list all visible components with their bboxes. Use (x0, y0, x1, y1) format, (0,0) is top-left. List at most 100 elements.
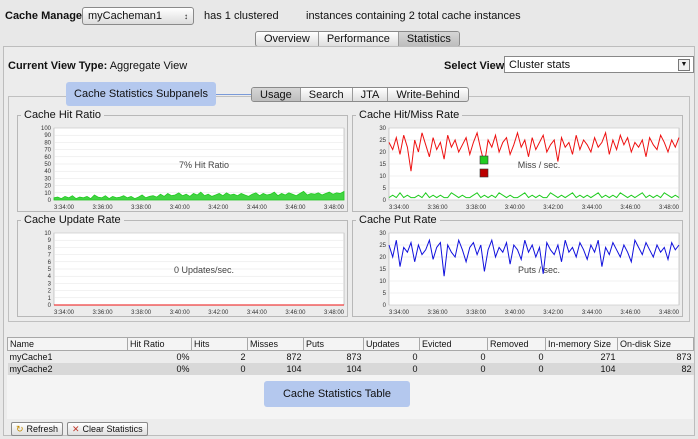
x-tick-label: 3:36:00 (428, 205, 449, 211)
y-tick-label: 9 (48, 238, 52, 244)
x-tick-label: 3:48:00 (324, 310, 345, 316)
col-misses[interactable]: Misses (247, 337, 304, 351)
x-tick-label: 3:40:00 (505, 205, 526, 211)
y-tick-label: 10 (44, 191, 51, 197)
x-tick-label: 3:46:00 (620, 205, 641, 211)
cell-on-disk-size: 873 (676, 352, 692, 362)
y-tick-label: 70 (44, 148, 51, 154)
x-tick-label: 3:34:00 (54, 205, 75, 211)
y-tick-label: 5 (48, 267, 52, 273)
x-tick-label: 3:40:00 (170, 205, 191, 211)
y-tick-label: 2 (48, 289, 52, 295)
x-tick-label: 3:46:00 (285, 205, 306, 211)
y-tick-label: 90 (44, 133, 51, 139)
y-tick-label: 20 (379, 255, 386, 261)
y-tick-label: 20 (44, 184, 51, 190)
refresh-label: Refresh (26, 424, 59, 434)
x-tick-label: 3:42:00 (543, 310, 564, 316)
col-updates[interactable]: Updates (363, 337, 420, 351)
cell-in-memory-size: 271 (600, 352, 616, 362)
x-tick-label: 3:34:00 (54, 310, 75, 316)
x-tick-label: 3:34:00 (389, 205, 410, 211)
cell-on-disk-size: 82 (617, 363, 694, 375)
cell-hits: 2 (240, 352, 246, 362)
y-tick-label: 0 (383, 198, 387, 204)
col-name[interactable]: Name (7, 337, 128, 351)
y-tick-label: 10 (379, 279, 386, 285)
x-tick-label: 3:40:00 (505, 310, 526, 316)
col-removed[interactable]: Removed (487, 337, 546, 351)
cell-removed: 0 (487, 363, 546, 375)
y-tick-label: 15 (379, 267, 386, 273)
table-row[interactable]: myCache2 0% 0 104 104 0 0 0 104 82 (7, 363, 694, 375)
y-tick-label: 80 (44, 140, 51, 146)
y-tick-label: 8 (48, 245, 52, 251)
cell-updates: 0 (412, 352, 418, 362)
y-tick-label: 40 (44, 169, 51, 175)
stats-table: Name Hit Ratio Hits Misses Puts Updates … (7, 337, 694, 375)
x-tick-label: 3:44:00 (247, 205, 268, 211)
cell-name: myCache1 (9, 352, 53, 362)
x-tick-label: 3:36:00 (93, 205, 114, 211)
y-tick-label: 0 (383, 303, 387, 309)
y-tick-label: 25 (379, 243, 386, 249)
cell-evicted: 0 (480, 352, 486, 362)
cell-updates: 0 (363, 363, 420, 375)
cell-hits: 0 (191, 363, 248, 375)
y-tick-label: 15 (379, 162, 386, 168)
chart-annotation: 7% Hit Ratio (179, 160, 229, 170)
y-tick-label: 60 (44, 155, 51, 161)
cell-removed: 0 (538, 352, 544, 362)
cell-hit-ratio: 0% (127, 363, 192, 375)
y-tick-label: 0 (48, 198, 52, 204)
clear-statistics-button[interactable]: ✕ Clear Statistics (67, 422, 148, 436)
legend-hits-swatch (479, 155, 489, 165)
chart-annotation: Miss / sec. (518, 160, 561, 170)
cell-puts: 873 (346, 352, 362, 362)
x-tick-label: 3:36:00 (93, 310, 114, 316)
y-tick-label: 3 (48, 281, 52, 287)
y-tick-label: 7 (48, 253, 52, 259)
col-in-memory-size[interactable]: In-memory Size (545, 337, 618, 351)
x-tick-label: 3:38:00 (466, 310, 487, 316)
y-tick-label: 10 (379, 174, 386, 180)
y-tick-label: 30 (379, 126, 386, 132)
x-tick-label: 3:48:00 (659, 310, 680, 316)
cell-name: myCache2 (7, 363, 128, 375)
y-tick-label: 10 (44, 231, 51, 237)
x-tick-label: 3:38:00 (131, 310, 152, 316)
cell-misses: 872 (286, 352, 302, 362)
cell-puts: 104 (303, 363, 364, 375)
x-tick-label: 3:42:00 (208, 205, 229, 211)
x-tick-label: 3:40:00 (170, 310, 191, 316)
table-row[interactable]: myCache1 0% 2 872 873 0 0 0 271 873 (8, 351, 694, 364)
callout-table: Cache Statistics Table (264, 381, 410, 407)
x-tick-label: 3:46:00 (620, 310, 641, 316)
legend-misses-swatch (479, 168, 489, 178)
x-tick-label: 3:34:00 (389, 310, 410, 316)
y-tick-label: 100 (41, 126, 52, 132)
y-tick-label: 20 (379, 150, 386, 156)
cell-hit-ratio: 0% (176, 352, 190, 362)
x-tick-label: 3:42:00 (208, 310, 229, 316)
cell-evicted: 0 (419, 363, 488, 375)
col-hit-ratio[interactable]: Hit Ratio (127, 337, 192, 351)
col-on-disk-size[interactable]: On-disk Size (617, 337, 694, 351)
refresh-icon: ↻ (16, 423, 24, 434)
y-tick-label: 5 (383, 186, 387, 192)
x-tick-label: 3:48:00 (324, 205, 345, 211)
x-tick-label: 3:42:00 (543, 205, 564, 211)
col-evicted[interactable]: Evicted (419, 337, 488, 351)
x-tick-label: 3:38:00 (466, 205, 487, 211)
y-tick-label: 4 (48, 274, 52, 280)
chart-annotation: Puts / sec. (518, 265, 560, 275)
y-tick-label: 50 (44, 162, 51, 168)
table-header-row: Name Hit Ratio Hits Misses Puts Updates … (7, 337, 694, 351)
refresh-button[interactable]: ↻ Refresh (11, 422, 64, 436)
col-hits[interactable]: Hits (191, 337, 248, 351)
y-tick-label: 25 (379, 138, 386, 144)
col-puts[interactable]: Puts (303, 337, 364, 351)
y-tick-label: 30 (44, 176, 51, 182)
chart-annotation: 0 Updates/sec. (174, 265, 234, 275)
y-tick-label: 0 (48, 303, 52, 309)
